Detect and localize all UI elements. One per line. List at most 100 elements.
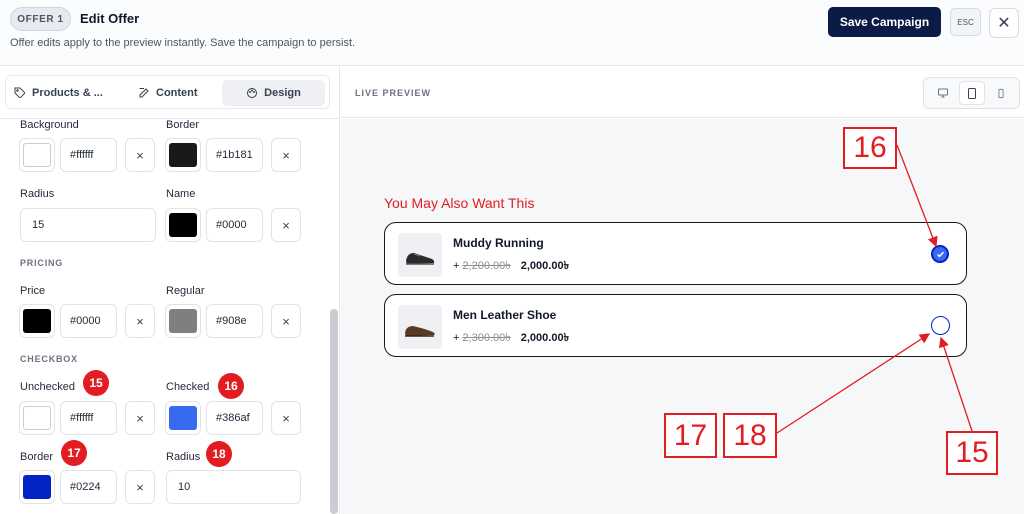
checkbox-unchecked[interactable]: [931, 316, 950, 335]
checkbox-border-clear-button[interactable]: ×: [125, 470, 155, 504]
pricing-section-label: PRICING: [20, 258, 64, 268]
price-row: +2,300.00৳ 2,000.00৳: [453, 329, 569, 348]
checked-label: Checked: [166, 381, 210, 393]
mobile-icon: [998, 88, 1004, 98]
device-switcher: [923, 77, 1020, 109]
regular-clear-button[interactable]: ×: [271, 304, 301, 338]
desktop-icon: [938, 88, 948, 98]
background-label: Background: [20, 119, 79, 131]
checkbox-radius-input[interactable]: 10: [166, 470, 301, 504]
price-row: +2,200.00৳ 2,000.00৳: [453, 257, 569, 276]
close-icon: ✕: [997, 15, 1011, 32]
save-campaign-button[interactable]: Save Campaign: [828, 7, 941, 37]
border-label: Border: [166, 119, 200, 131]
checked-clear-button[interactable]: ×: [271, 401, 301, 435]
checkbox-border-swatch-fill: [23, 475, 51, 499]
callout-16: 16: [843, 127, 897, 169]
callout-18: 18: [723, 413, 777, 458]
product-name: Muddy Running: [453, 236, 544, 250]
name-label: Name: [166, 188, 196, 200]
background-color-swatch[interactable]: [19, 138, 55, 172]
radius-input[interactable]: 15: [20, 208, 156, 242]
border-hex-input[interactable]: #1b181: [206, 138, 263, 172]
sale-price: 2,000.00৳: [520, 260, 570, 272]
tab-bar: Products & ... Content Design: [5, 75, 330, 109]
header-note: Offer edits apply to the preview instant…: [10, 37, 356, 49]
checkbox-checked[interactable]: [931, 245, 949, 263]
product-card[interactable]: Muddy Running +2,200.00৳ 2,000.00৳: [384, 222, 967, 285]
price-prefix: +: [453, 260, 460, 272]
check-icon: [936, 251, 944, 257]
name-color-swatch[interactable]: [165, 208, 201, 242]
edit-icon: [139, 88, 149, 98]
price-swatch-fill: [23, 309, 51, 333]
callout-15: 15: [946, 431, 998, 475]
annotation-badge-17: 17: [61, 440, 87, 466]
annotation-badge-15: 15: [83, 370, 109, 396]
tab-label: Products & ...: [32, 87, 103, 99]
background-clear-button[interactable]: ×: [125, 138, 155, 172]
unchecked-clear-button[interactable]: ×: [125, 401, 155, 435]
tab-content[interactable]: Content: [138, 80, 218, 106]
close-button[interactable]: ✕: [989, 8, 1019, 38]
editor-header: OFFER 1 Edit Offer Offer edits apply to …: [0, 0, 1024, 66]
regular-price: 2,200.00৳: [462, 260, 511, 272]
esc-button[interactable]: ESC: [950, 8, 981, 36]
tablet-view-button[interactable]: [959, 81, 985, 105]
product-card[interactable]: Men Leather Shoe +2,300.00৳ 2,000.00৳: [384, 294, 967, 357]
palette-icon: [247, 88, 258, 98]
background-swatch-fill: [23, 143, 51, 167]
checkbox-border-hex-input[interactable]: #0224: [60, 470, 117, 504]
regular-label: Regular: [166, 285, 205, 297]
unchecked-label: Unchecked: [20, 381, 76, 393]
annotation-badge-18: 18: [206, 441, 232, 467]
background-hex-input[interactable]: #ffffff: [60, 138, 117, 172]
checkbox-border-color-swatch[interactable]: [19, 470, 55, 504]
preview-header: LIVE PREVIEW: [341, 66, 1024, 118]
live-preview-label: LIVE PREVIEW: [355, 88, 432, 98]
unchecked-color-swatch[interactable]: [19, 401, 55, 435]
shoe-icon: [405, 326, 435, 337]
price-hex-input[interactable]: #0000: [60, 304, 117, 338]
checkbox-section-label: CHECKBOX: [20, 354, 78, 364]
sale-price: 2,000.00৳: [520, 332, 570, 344]
name-clear-button[interactable]: ×: [271, 208, 301, 242]
regular-swatch-fill: [169, 309, 197, 333]
callout-17: 17: [664, 413, 717, 458]
unchecked-hex-input[interactable]: #ffffff: [60, 401, 117, 435]
tab-design[interactable]: Design: [222, 80, 325, 106]
regular-hex-input[interactable]: #908e: [206, 304, 263, 338]
tab-products[interactable]: Products & ...: [14, 80, 114, 106]
unchecked-swatch-fill: [23, 406, 51, 430]
shoe-icon: [406, 253, 435, 265]
panel-scrollbar[interactable]: [330, 309, 338, 514]
price-prefix: +: [453, 332, 460, 344]
price-label: Price: [20, 285, 46, 297]
name-swatch-fill: [169, 213, 197, 237]
tablet-icon: [968, 87, 976, 99]
radius-label: Radius: [20, 188, 55, 200]
upsell-heading: You May Also Want This: [384, 195, 535, 211]
checked-hex-input[interactable]: #386af: [206, 401, 263, 435]
border-clear-button[interactable]: ×: [271, 138, 301, 172]
desktop-view-button[interactable]: [930, 81, 956, 105]
page-title: Edit Offer: [80, 11, 140, 26]
price-color-swatch[interactable]: [19, 304, 55, 338]
product-image: [398, 233, 442, 277]
tag-icon: [14, 87, 26, 99]
product-name: Men Leather Shoe: [453, 308, 557, 322]
annotation-badge-16: 16: [218, 373, 244, 399]
price-clear-button[interactable]: ×: [125, 304, 155, 338]
regular-price: 2,300.00৳: [462, 332, 511, 344]
checked-swatch-fill: [169, 406, 197, 430]
checkbox-radius-label: Radius: [166, 451, 201, 463]
checkbox-border-label: Border: [20, 451, 54, 463]
name-hex-input[interactable]: #0000: [206, 208, 263, 242]
tab-label: Design: [264, 87, 301, 99]
product-image: [398, 305, 442, 349]
mobile-view-button[interactable]: [988, 81, 1014, 105]
checked-color-swatch[interactable]: [165, 401, 201, 435]
border-color-swatch[interactable]: [165, 138, 201, 172]
regular-color-swatch[interactable]: [165, 304, 201, 338]
tab-label: Content: [156, 87, 198, 99]
